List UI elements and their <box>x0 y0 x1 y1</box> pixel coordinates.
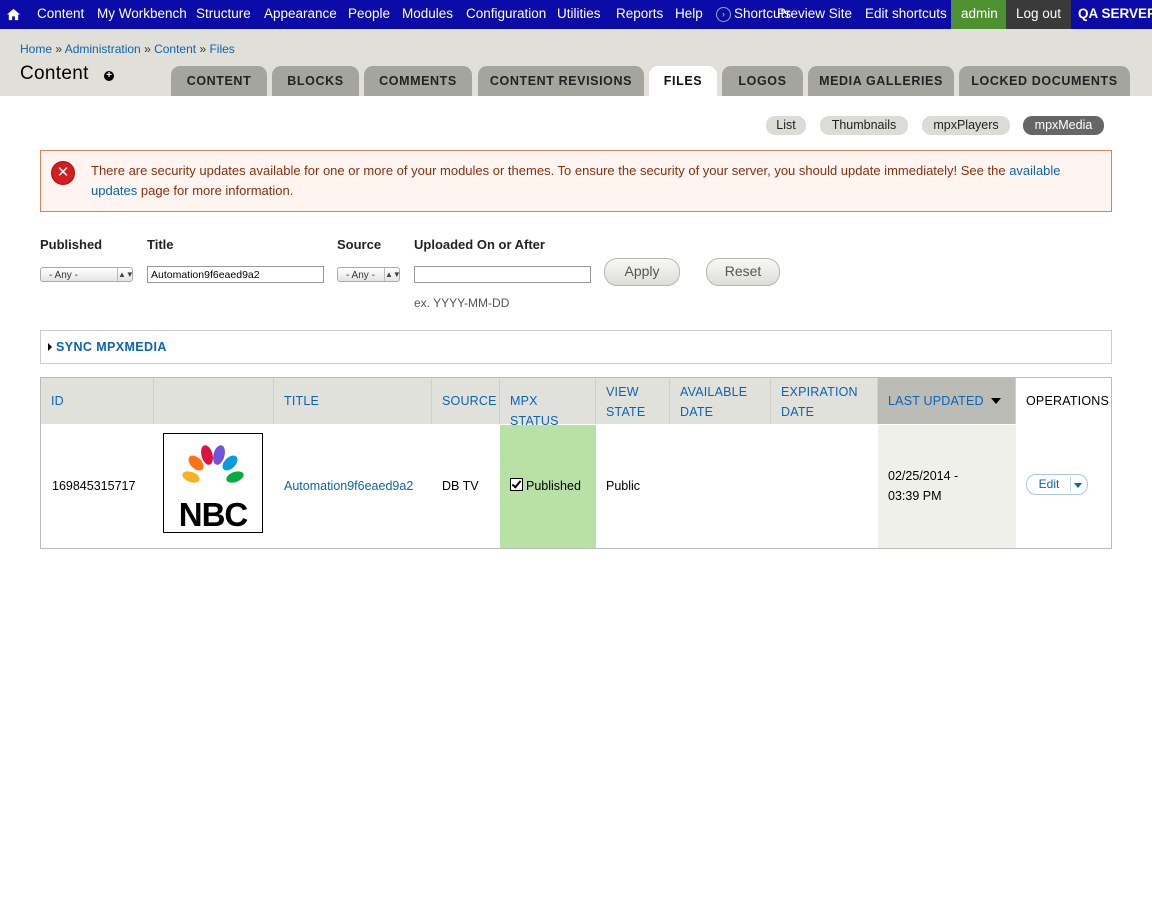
tab-media-galleries[interactable]: MEDIA GALLERIES <box>808 66 954 96</box>
secondary-tab-thumbnails[interactable]: Thumbnails <box>820 116 908 135</box>
header-expiration-line2: DATE <box>781 405 815 419</box>
toolbar-structure[interactable]: Structure <box>196 0 251 29</box>
tab-logos[interactable]: LOGOS <box>722 66 803 96</box>
message-text-before: There are security updates available for… <box>91 163 1010 178</box>
toolbar-my-workbench[interactable]: My Workbench <box>97 0 187 29</box>
source-select[interactable]: - Any - ▲▼ <box>337 267 401 282</box>
tab-content[interactable]: CONTENT <box>171 66 267 96</box>
apply-button[interactable]: Apply <box>604 258 680 286</box>
select-arrows-icon: ▲▼ <box>384 268 401 281</box>
secondary-tab-list[interactable]: List <box>766 116 806 135</box>
sort-descending-icon <box>991 398 1001 404</box>
cell-available-date <box>670 425 771 548</box>
title-filter-input[interactable]: Automation9f6eaed9a2 <box>147 266 324 283</box>
header-available-date[interactable]: AVAILABLE DATE <box>670 378 771 424</box>
header-view-state-line1: VIEW <box>606 385 639 399</box>
logo-text: NBC <box>179 496 248 532</box>
toolbar-modules[interactable]: Modules <box>402 0 453 29</box>
cell-source: DB TV <box>442 479 479 493</box>
header-title[interactable]: TITLE <box>274 378 432 424</box>
message-text-after: page for more information. <box>137 183 294 198</box>
last-updated-date: 02/25/2014 - <box>888 469 959 483</box>
published-filter-label: Published <box>40 237 103 252</box>
message-text: There are security updates available for… <box>91 161 1101 201</box>
cell-view-state: Public <box>606 479 641 493</box>
tab-comments[interactable]: COMMENTS <box>364 66 472 96</box>
breadcrumb-administration[interactable]: Administration <box>65 42 141 56</box>
select-arrows-icon: ▲▼ <box>117 268 134 281</box>
toolbar-edit-shortcuts[interactable]: Edit shortcuts <box>865 0 947 29</box>
cell-last-updated: 02/25/2014 - 03:39 PM <box>878 425 1016 548</box>
published-select-value: - Any - <box>49 270 78 281</box>
title-filter-label: Title <box>147 237 174 252</box>
header-mpx-status[interactable]: MPX STATUS <box>500 378 596 428</box>
toolbar-content[interactable]: Content <box>37 0 84 29</box>
sync-mpxmedia-fieldset[interactable]: SYNC MPXMEDIA <box>40 330 1112 364</box>
breadcrumb-content[interactable]: Content <box>154 42 196 56</box>
cell-mpx-status: Published <box>500 425 596 548</box>
toolbar-logout[interactable]: Log out <box>1006 0 1072 29</box>
breadcrumb-home[interactable]: Home <box>20 42 52 56</box>
cell-title-link[interactable]: Automation9f6eaed9a2 <box>274 425 432 548</box>
media-table: ID TITLE SOURCE MPX STATUS VIEW STATE AVA… <box>40 377 1112 549</box>
cell-expiration-date <box>771 425 878 548</box>
header-last-updated[interactable]: LAST UPDATED <box>878 378 1016 424</box>
nbc-logo-thumbnail[interactable]: NBC <box>163 433 263 533</box>
sync-mpxmedia-label[interactable]: SYNC MPXMEDIA <box>56 340 167 354</box>
published-select[interactable]: - Any - ▲▼ <box>40 267 134 282</box>
breadcrumb-files[interactable]: Files <box>209 42 234 56</box>
security-error-message: ✕ There are security updates available f… <box>40 150 1112 212</box>
tab-locked-documents[interactable]: LOCKED DOCUMENTS <box>959 66 1130 96</box>
reset-button[interactable]: Reset <box>706 258 780 286</box>
dropdown-arrow-icon[interactable] <box>1074 483 1082 488</box>
header-view-state[interactable]: VIEW STATE <box>596 378 670 424</box>
uploaded-date-input[interactable] <box>414 266 591 283</box>
published-checkbox-icon <box>510 478 523 491</box>
toolbar-people[interactable]: People <box>348 0 390 29</box>
toolbar-server-label: QA SERVER <box>1078 6 1152 21</box>
toolbar-appearance[interactable]: Appearance <box>264 0 337 29</box>
cell-id: 169845315717 <box>52 479 136 493</box>
mpx-status-label: Published <box>526 479 581 493</box>
header-last-updated-label: LAST UPDATED <box>888 394 984 408</box>
uploaded-filter-label: Uploaded On or After <box>414 237 545 252</box>
header-source[interactable]: SOURCE <box>432 378 500 424</box>
toolbar-utilities[interactable]: Utilities <box>557 0 601 29</box>
last-updated-time: 03:39 PM <box>888 489 942 503</box>
chevron-right-icon: › <box>716 7 731 22</box>
header-available-line2: DATE <box>680 405 714 419</box>
header-operations: OPERATIONS <box>1016 378 1111 424</box>
toolbar-configuration[interactable]: Configuration <box>466 0 546 29</box>
header-view-state-line2: STATE <box>606 405 646 419</box>
dropbutton-separator <box>1070 477 1071 492</box>
header-thumbnail <box>154 378 274 424</box>
header-expiration-line1: EXPIRATION <box>781 385 858 399</box>
tab-files[interactable]: FILES <box>649 66 717 96</box>
breadcrumb: Home » Administration » Content » Files <box>20 42 235 56</box>
edit-button-label[interactable]: Edit <box>1027 475 1071 494</box>
tab-content-revisions[interactable]: CONTENT REVISIONS <box>478 66 644 96</box>
admin-toolbar: Content My Workbench Structure Appearanc… <box>0 0 1152 29</box>
secondary-tab-mpxmedia[interactable]: mpxMedia <box>1023 116 1104 135</box>
source-filter-label: Source <box>337 237 382 252</box>
source-select-value: - Any - <box>346 270 375 281</box>
collapse-triangle-icon <box>48 343 52 351</box>
edit-dropbutton[interactable]: Edit <box>1026 474 1088 495</box>
header-expiration-date[interactable]: EXPIRATION DATE <box>771 378 878 424</box>
page-title: Content <box>20 63 89 84</box>
toolbar-reports[interactable]: Reports <box>616 0 663 29</box>
secondary-tab-mpxplayers[interactable]: mpxPlayers <box>922 116 1010 135</box>
header-available-line1: AVAILABLE <box>680 385 748 399</box>
toolbar-user-admin[interactable]: admin <box>951 0 1008 29</box>
add-shortcut-icon[interactable]: + <box>104 71 114 81</box>
header-id[interactable]: ID <box>41 378 154 424</box>
toolbar-preview-site[interactable]: Preview Site <box>777 0 852 29</box>
toolbar-help[interactable]: Help <box>675 0 703 29</box>
home-icon[interactable] <box>6 0 22 29</box>
tab-blocks[interactable]: BLOCKS <box>272 66 359 96</box>
error-icon: ✕ <box>51 161 75 185</box>
date-format-hint: ex. YYYY-MM-DD <box>414 296 510 310</box>
